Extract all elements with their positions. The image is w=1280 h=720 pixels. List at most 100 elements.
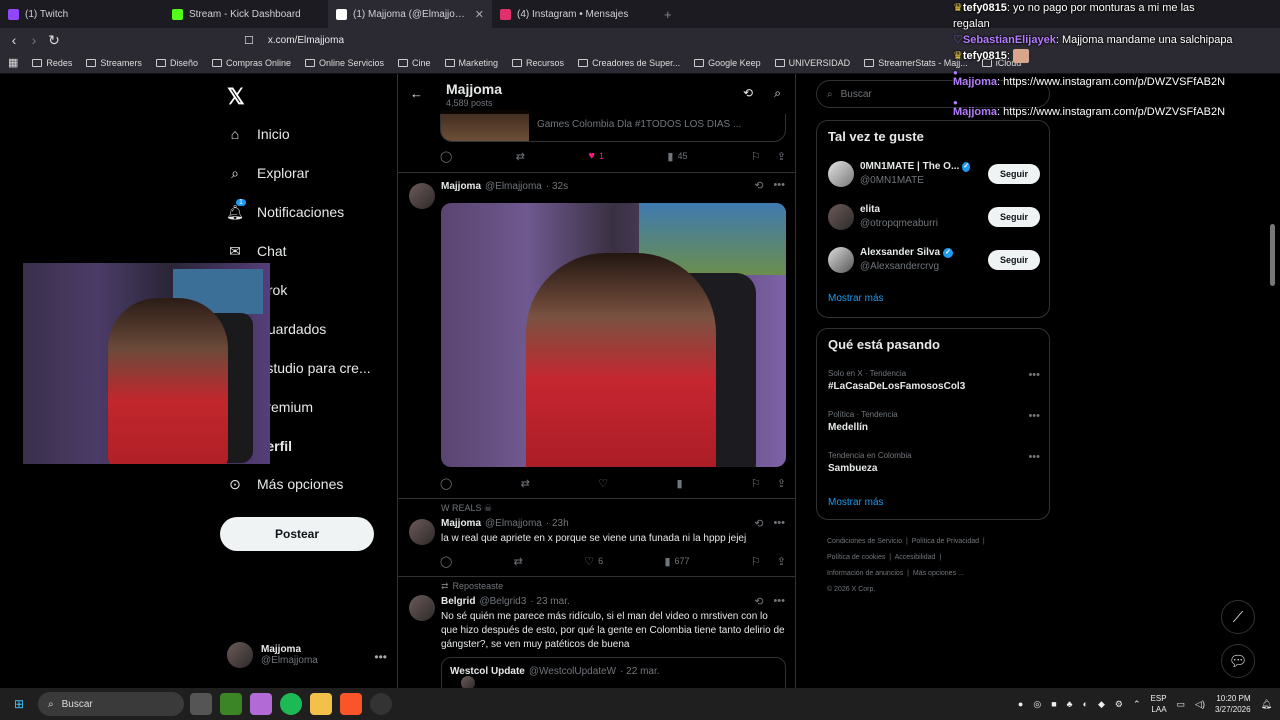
tray-icon[interactable]: ♣ <box>1067 699 1073 709</box>
grok-icon[interactable]: ⟲ <box>754 179 763 192</box>
chevron-up-icon[interactable]: ⌃ <box>1133 699 1141 710</box>
bookmark-icon[interactable]: ⚐ <box>751 150 761 163</box>
bookmark-item[interactable]: Online Servicios <box>304 58 384 68</box>
suggestion-item[interactable]: Alexsander Silva ✓ @Alexsandercrvg Seguir <box>828 245 1040 275</box>
grok-icon[interactable]: ⟲ <box>754 517 763 530</box>
brave-icon[interactable] <box>340 693 362 715</box>
account-switcher[interactable]: Majjoma @Elmajjoma ••• <box>227 642 387 668</box>
trend-item[interactable]: Tendencia en Colombia Sambueza ••• <box>828 451 1040 474</box>
more-icon[interactable]: ••• <box>1028 410 1040 422</box>
grok-icon[interactable]: ⟲ <box>754 595 763 608</box>
spotify-icon[interactable] <box>280 693 302 715</box>
show-more-link[interactable]: Mostrar más <box>828 497 884 508</box>
bookmark-item[interactable]: Marketing <box>444 58 498 68</box>
tray-icon[interactable]: ◎ <box>1033 699 1041 710</box>
follow-button[interactable]: Seguir <box>988 250 1040 270</box>
grok-fab-icon[interactable]: ⟋ <box>1221 600 1255 634</box>
suggestion-item[interactable]: 0MN1MATE | The O... ✓ @0MN1MATE Seguir <box>828 159 1040 189</box>
follow-button[interactable]: Seguir <box>988 207 1040 227</box>
task-view-icon[interactable] <box>190 693 212 715</box>
tray-icon[interactable]: ■ <box>1051 699 1056 709</box>
reply-button[interactable]: ◯ <box>440 150 452 163</box>
steam-icon[interactable]: ⚙ <box>1115 699 1123 710</box>
more-icon[interactable]: ••• <box>773 517 785 530</box>
tray-icon[interactable]: ◆ <box>1098 699 1105 710</box>
apps-icon[interactable]: ▦ <box>8 56 18 69</box>
bookmark-item[interactable]: Compras Online <box>211 58 291 68</box>
footer-link[interactable]: Más opciones ... <box>913 570 964 577</box>
sidebar-item-notificaciones[interactable]: 🔔︎ 1 Notificaciones <box>226 199 344 220</box>
notifications-icon[interactable]: 🔔︎ <box>1261 699 1272 710</box>
more-icon[interactable]: ••• <box>374 650 387 664</box>
volume-icon[interactable]: ◁) <box>1195 699 1205 710</box>
page-scrollbar[interactable] <box>1270 224 1275 286</box>
x-logo-icon[interactable]: 𝕏 <box>227 84 245 110</box>
share-icon[interactable]: ⇪ <box>777 555 786 568</box>
app-icon[interactable] <box>250 693 272 715</box>
windows-start-icon[interactable]: ⊞ <box>8 693 30 715</box>
sidebar-item-chat[interactable]: ✉ Chat <box>227 243 286 260</box>
bookmark-item[interactable]: Recursos <box>512 58 564 68</box>
sidebar-item-inicio[interactable]: ⌂ Inicio <box>227 126 290 142</box>
bookmark-item[interactable]: Creadores de Super... <box>578 58 680 68</box>
bookmark-icon[interactable]: ⚐ <box>751 555 761 568</box>
repost-button[interactable]: ⇄ <box>514 555 523 568</box>
more-icon[interactable]: ••• <box>773 595 785 608</box>
repost-button[interactable]: ⇄ <box>516 150 525 163</box>
bookmark-item[interactable]: Diseño <box>155 58 198 68</box>
tweet-video[interactable] <box>441 203 786 467</box>
file-explorer-icon[interactable] <box>310 693 332 715</box>
minecraft-icon[interactable] <box>220 693 242 715</box>
quoted-tweet[interactable]: Westcol Update @WestcolUpdateW · 22 mar. <box>441 657 786 688</box>
tray-icon[interactable]: ◐ <box>1083 699 1088 709</box>
forward-icon[interactable]: › <box>24 32 44 48</box>
grok-analyze-icon[interactable]: ⟲ <box>743 86 753 100</box>
bookmark-item[interactable]: Streamers <box>86 58 142 68</box>
views-button[interactable]: ▮ 45 <box>667 150 687 163</box>
tab-kick[interactable]: Stream - Kick Dashboard <box>164 0 328 28</box>
footer-link[interactable]: Política de Privacidad <box>912 538 979 545</box>
chat-fab-icon[interactable]: 💬︎ <box>1221 644 1255 678</box>
repost-button[interactable]: ⇄ <box>521 477 530 490</box>
show-more-link[interactable]: Mostrar más <box>828 293 884 304</box>
like-button[interactable]: ♡ <box>598 477 608 490</box>
clock[interactable]: 10:20 PM 3/27/2026 <box>1215 693 1251 715</box>
tweet[interactable]: W REALS ☠ Majjoma @Elmajjoma · 23h ⟲ ••• … <box>398 498 795 576</box>
follow-button[interactable]: Seguir <box>988 164 1040 184</box>
post-button[interactable]: Postear <box>220 517 374 551</box>
spotify-tray-icon[interactable]: ● <box>1018 699 1023 709</box>
share-icon[interactable]: ⇪ <box>777 477 786 490</box>
sidebar-item-explorar[interactable]: ⌕ Explorar <box>227 165 309 182</box>
more-icon[interactable]: ••• <box>1028 369 1040 381</box>
bookmark-icon[interactable]: ⚐ <box>751 477 761 490</box>
language-indicator[interactable]: ESP LAA <box>1151 693 1167 715</box>
like-button[interactable]: ♡ 6 <box>584 555 603 568</box>
footer-link[interactable]: Información de anuncios <box>827 570 903 577</box>
close-tab-icon[interactable]: ✕ <box>475 8 484 21</box>
footer-link[interactable]: Condiciones de Servicio <box>827 538 902 545</box>
bookmark-item[interactable]: Google Keep <box>694 58 761 68</box>
tab-instagram[interactable]: (4) Instagram • Mensajes <box>492 0 656 28</box>
bookmark-item[interactable]: UNIVERSIDAD <box>774 58 850 68</box>
views-button[interactable]: ▮ <box>676 477 682 490</box>
footer-link[interactable]: Política de cookies <box>827 554 885 561</box>
network-icon[interactable]: ▭ <box>1177 699 1186 710</box>
taskbar-search[interactable]: ⌕ Buscar <box>38 692 184 716</box>
sidebar-item-mas-opciones[interactable]: ⊙ Más opciones <box>227 476 343 493</box>
like-button[interactable]: ♥ 1 <box>588 150 604 162</box>
reply-button[interactable]: ◯ <box>440 477 452 490</box>
quoted-card[interactable]: Games Colombia Dla #1TODOS LOS DIAS ... <box>440 110 786 142</box>
back-icon[interactable]: ‹ <box>4 32 24 48</box>
tweet[interactable]: Majjoma @Elmajjoma · 32s ⟲ ••• ◯ ⇄ ♡ ▮ ⚐ ⇪ <box>398 172 795 498</box>
more-icon[interactable]: ••• <box>1028 451 1040 463</box>
views-button[interactable]: ▮ 677 <box>664 555 689 568</box>
bookmark-page-icon[interactable]: ☐ <box>244 34 254 47</box>
address-bar[interactable]: ☐ x.com/Elmajjoma <box>244 30 934 50</box>
reply-button[interactable]: ◯ <box>440 555 452 568</box>
tab-twitch[interactable]: (1) Twitch <box>0 0 164 28</box>
obs-icon[interactable] <box>370 693 392 715</box>
footer-link[interactable]: Accesibilidad <box>895 554 936 561</box>
back-arrow-icon[interactable]: ← <box>410 86 423 101</box>
trend-item[interactable]: Solo en X · Tendencia #LaCasaDeLosFamoso… <box>828 369 1040 392</box>
bookmark-item[interactable]: Redes <box>32 58 72 68</box>
